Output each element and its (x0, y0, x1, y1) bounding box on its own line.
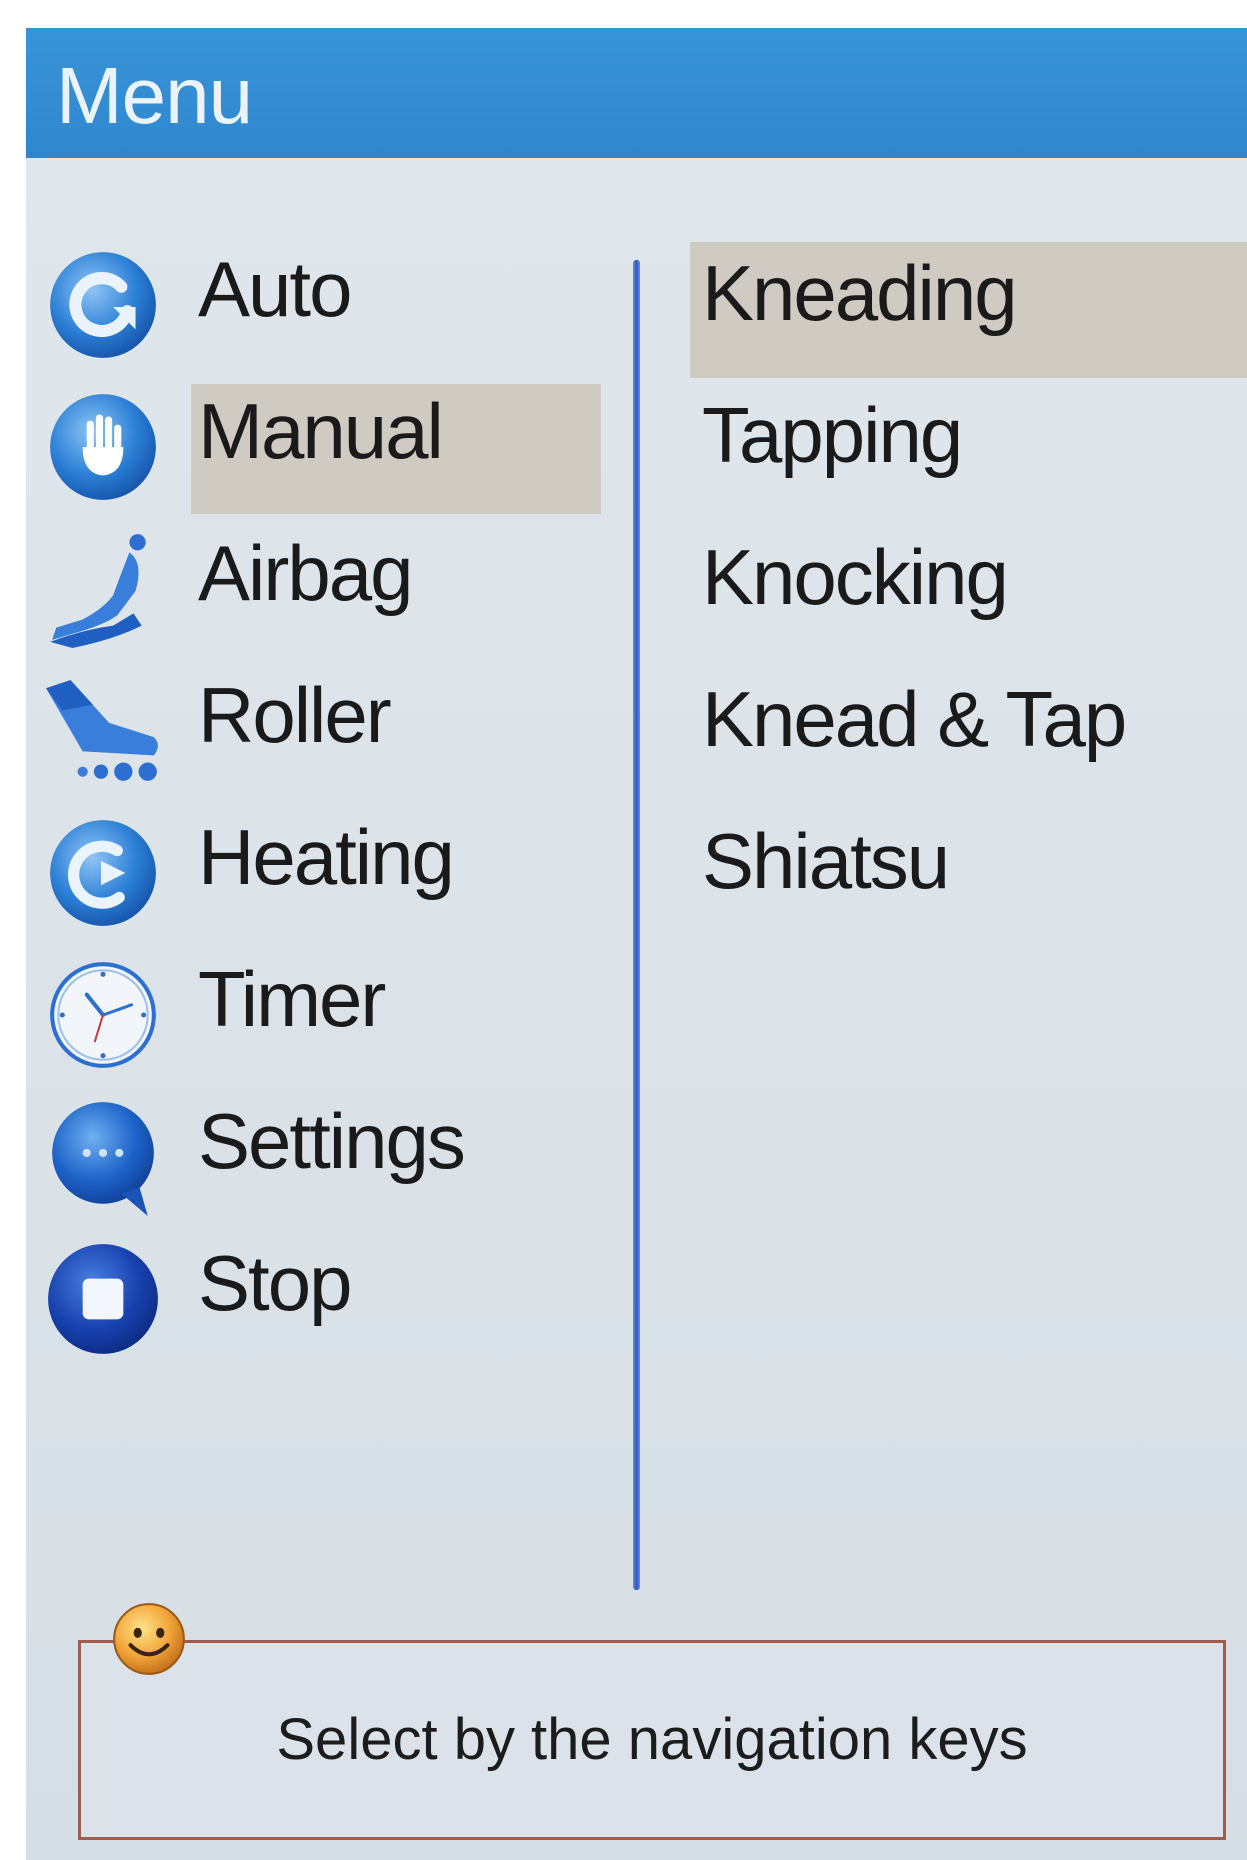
menu-item-label: Timer (198, 955, 386, 1043)
menu-item-settings[interactable]: Settings (26, 1072, 606, 1216)
menu-item-manual[interactable]: Manual (26, 362, 606, 514)
submenu-item-tapping[interactable]: Tapping (666, 362, 1247, 502)
foot-roller-icon (46, 680, 158, 781)
smiley-icon (113, 1603, 185, 1675)
title-bar: Menu (26, 28, 1247, 158)
submenu-item-label: Knocking (702, 533, 1009, 621)
menu-item-heating[interactable]: Heating (26, 788, 606, 928)
menu-item-label: Manual (198, 387, 444, 475)
menu-item-label: Settings (198, 1097, 466, 1185)
menu-item-timer[interactable]: Timer (26, 930, 606, 1070)
submenu-item-label: Shiatsu (702, 817, 950, 905)
submenu-item-shiatsu[interactable]: Shiatsu (666, 788, 1247, 928)
hint-box: Select by the navigation keys (78, 1640, 1226, 1840)
hint-text: Select by the navigation keys (276, 1707, 1028, 1772)
menu-item-airbag[interactable]: Airbag (26, 504, 606, 648)
submenu-item-kneading[interactable]: Kneading (666, 220, 1247, 378)
massage-chair-icon (50, 534, 146, 648)
submenu-item-label: Kneading (702, 249, 1018, 337)
submenu-item-knocking[interactable]: Knocking (666, 504, 1247, 644)
menu-item-label: Roller (198, 671, 392, 759)
submenu-item-knead-tap[interactable]: Knead & Tap (666, 646, 1247, 786)
menu-item-roller[interactable]: Roller (26, 646, 606, 786)
chat-bubble-icon (52, 1102, 154, 1216)
clock-icon (50, 962, 156, 1068)
device-screen: Menu Auto Manual Airbag Roller Heating T… (26, 28, 1247, 1860)
menu-item-label: Stop (198, 1239, 352, 1327)
refresh-icon (50, 252, 156, 358)
page-title: Menu (56, 51, 253, 140)
submenu-item-label: Tapping (702, 391, 963, 479)
menu-item-label: Airbag (198, 529, 413, 617)
column-divider (633, 260, 640, 1590)
menu-item-label: Heating (198, 813, 455, 901)
menu-item-auto[interactable]: Auto (26, 220, 606, 360)
heating-icon (50, 820, 156, 926)
submenu-item-label: Knead & Tap (702, 675, 1127, 763)
menu-item-label: Auto (198, 245, 352, 333)
hand-icon (50, 394, 156, 500)
menu-item-stop[interactable]: Stop (26, 1214, 606, 1354)
stop-icon (48, 1244, 158, 1354)
